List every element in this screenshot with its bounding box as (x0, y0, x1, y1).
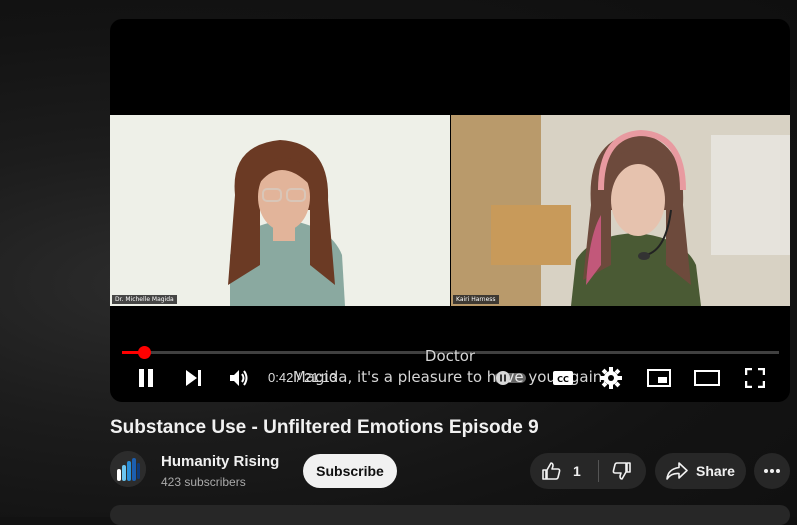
gear-icon (600, 367, 622, 389)
caption-line-2: Magida, it's a pleasure to have you agai… (292, 368, 608, 386)
pause-button[interactable] (134, 366, 158, 390)
subtitles-button[interactable]: CC (551, 366, 575, 390)
more-actions-button[interactable] (754, 453, 790, 489)
like-button[interactable]: 1 (530, 453, 598, 489)
autoplay-toggle-icon (494, 371, 526, 385)
video-title: Substance Use - Unfiltered Emotions Epis… (110, 417, 539, 438)
caption-line-1: Doctor (424, 347, 476, 365)
subscribe-button[interactable]: Subscribe (303, 454, 397, 488)
cc-icon: CC (553, 371, 573, 385)
dislike-button[interactable] (599, 453, 646, 489)
miniplayer-button[interactable] (647, 366, 671, 390)
subscriber-count: 423 subscribers (161, 475, 246, 489)
channel-logo-icon (110, 451, 146, 487)
participant-left-image (110, 115, 450, 306)
channel-avatar[interactable] (110, 451, 146, 487)
miniplayer-icon (647, 369, 671, 387)
volume-icon (230, 370, 248, 386)
like-dislike-group: 1 (530, 453, 646, 489)
share-icon (666, 462, 688, 480)
participant-left: Dr. Michelle Magida (110, 115, 450, 306)
participant-right-image (451, 115, 790, 306)
like-count: 1 (573, 463, 581, 479)
share-label: Share (696, 463, 735, 479)
theater-mode-button[interactable] (694, 366, 720, 390)
next-button[interactable] (181, 366, 205, 390)
fullscreen-button[interactable] (743, 366, 767, 390)
svg-text:CC: CC (557, 375, 569, 384)
thumbs-up-icon (542, 462, 561, 480)
fullscreen-icon (745, 368, 765, 388)
next-icon (186, 370, 201, 386)
channel-name[interactable]: Humanity Rising (161, 453, 279, 470)
more-horizontal-icon (764, 469, 780, 473)
video-player[interactable]: Dr. Michelle Magida Kairi Harness Doctor… (110, 19, 790, 402)
video-frame[interactable]: Dr. Michelle Magida Kairi Harness (110, 115, 790, 306)
participant-right-name: Kairi Harness (453, 295, 499, 304)
description-box[interactable] (110, 505, 790, 525)
participant-left-name: Dr. Michelle Magida (112, 295, 177, 304)
settings-button[interactable] (599, 366, 623, 390)
mute-button[interactable] (227, 366, 251, 390)
autoplay-toggle[interactable] (494, 366, 526, 390)
time-display: 0:42 / 21:13 (268, 370, 337, 385)
pause-icon (139, 369, 153, 387)
thumbs-down-icon (612, 462, 632, 480)
share-button[interactable]: Share (655, 453, 746, 489)
theater-icon (694, 370, 720, 386)
participant-right: Kairi Harness (451, 115, 790, 306)
